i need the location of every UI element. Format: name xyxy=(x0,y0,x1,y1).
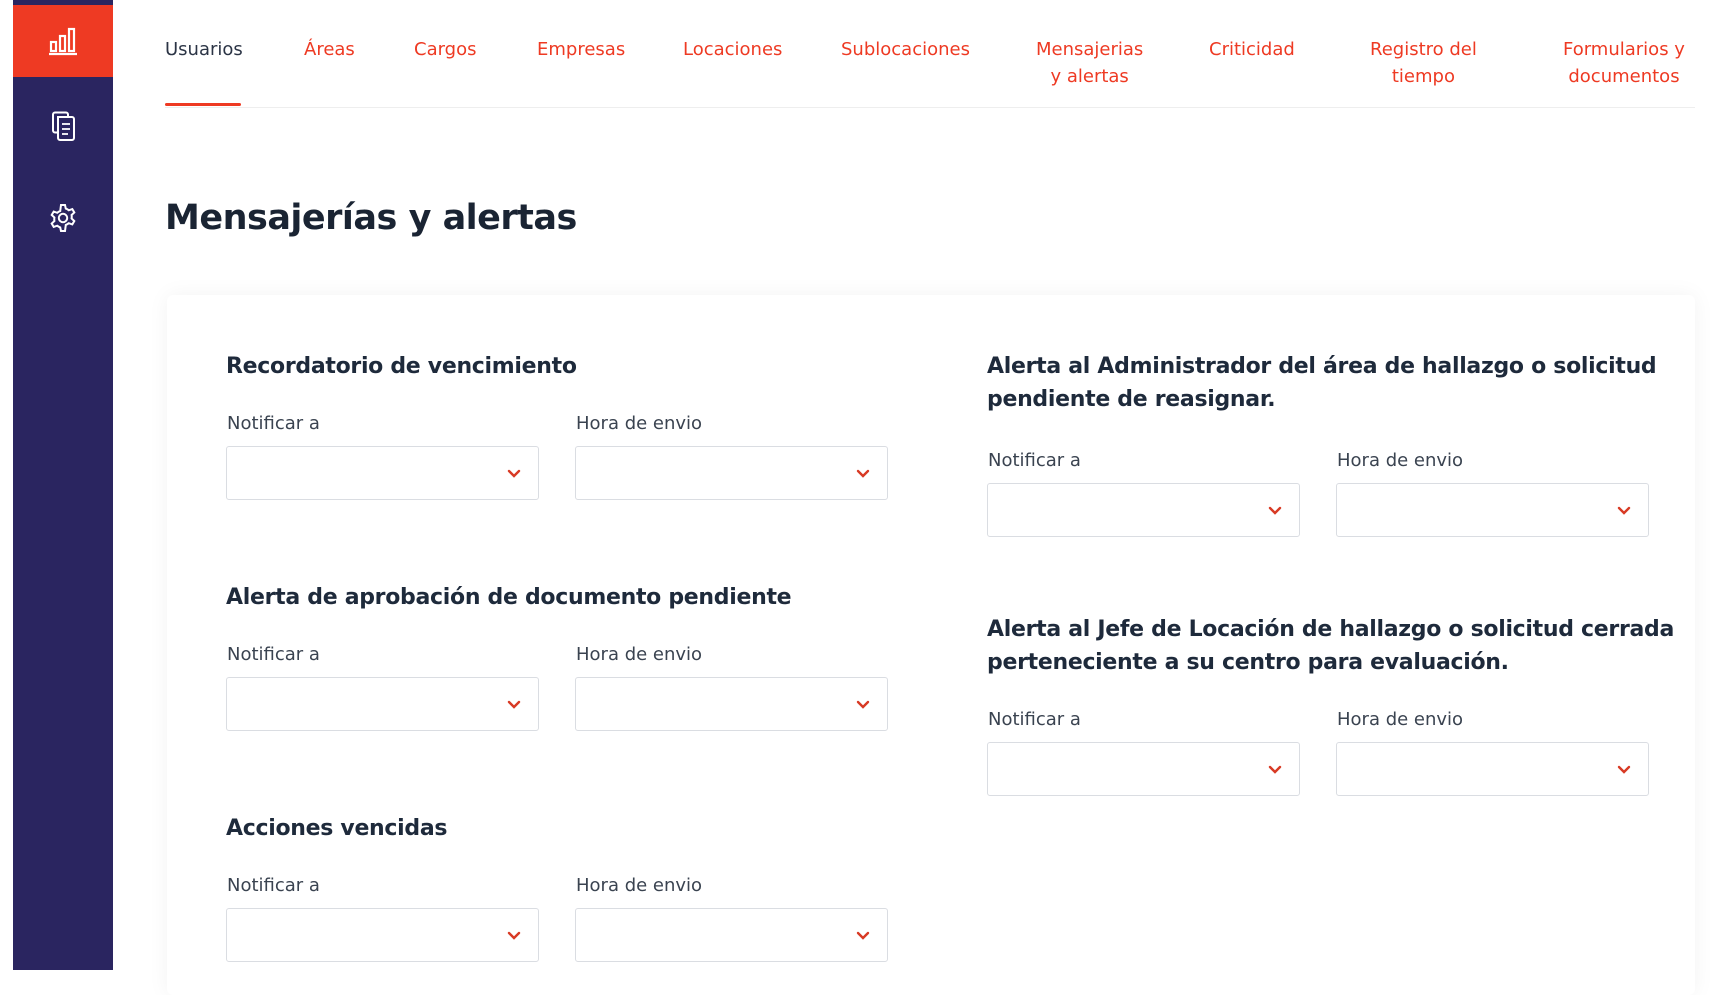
section-title-alerta-administrador: Alerta al Administrador del área de hall… xyxy=(987,354,1657,412)
tab-usuarios[interactable]: Usuarios xyxy=(165,36,243,63)
aprobacion-time-select[interactable] xyxy=(575,677,888,731)
administrador-notify-select[interactable] xyxy=(987,483,1300,537)
time-label: Hora de envio xyxy=(1337,450,1464,471)
gear-icon xyxy=(50,204,76,232)
chevron-down-icon xyxy=(1261,497,1289,525)
sidebar-item-settings[interactable] xyxy=(13,198,113,238)
chevron-down-icon xyxy=(849,460,877,488)
active-tab-indicator xyxy=(165,103,241,106)
tab-mensajerias[interactable]: Mensajerias y alertas xyxy=(1036,36,1143,90)
bar-chart-icon xyxy=(49,27,77,56)
acciones-time-select[interactable] xyxy=(575,908,888,962)
section-title-aprobacion: Alerta de aprobación de documento pendie… xyxy=(226,585,792,610)
time-label: Hora de envio xyxy=(576,875,703,896)
notify-label: Notificar a xyxy=(227,875,320,896)
time-label: Hora de envio xyxy=(1337,709,1464,730)
chevron-down-icon xyxy=(500,460,528,488)
notify-label: Notificar a xyxy=(227,644,320,665)
jefe-locacion-time-select[interactable] xyxy=(1336,742,1649,796)
page-title: Mensajerías y alertas xyxy=(165,198,577,238)
tab-areas[interactable]: Áreas xyxy=(304,36,355,63)
chevron-down-icon xyxy=(1610,756,1638,784)
section-title-alerta-jefe-locacion: Alerta al Jefe de Locación de hallazgo o… xyxy=(987,617,1675,675)
recordatorio-time-select[interactable] xyxy=(575,446,888,500)
tab-empresas[interactable]: Empresas xyxy=(537,36,625,63)
section-title-acciones-vencidas: Acciones vencidas xyxy=(226,816,448,841)
sidebar-item-dashboard[interactable] xyxy=(13,5,113,77)
tab-sublocaciones[interactable]: Sublocaciones xyxy=(841,36,970,63)
chevron-down-icon xyxy=(500,922,528,950)
aprobacion-notify-select[interactable] xyxy=(226,677,539,731)
section-title-recordatorio: Recordatorio de vencimiento xyxy=(226,354,577,379)
tab-registro-tiempo[interactable]: Registro del tiempo xyxy=(1370,36,1477,90)
sidebar xyxy=(13,0,113,970)
recordatorio-notify-select[interactable] xyxy=(226,446,539,500)
jefe-locacion-notify-select[interactable] xyxy=(987,742,1300,796)
time-label: Hora de envio xyxy=(576,644,703,665)
chevron-down-icon xyxy=(500,691,528,719)
chevron-down-icon xyxy=(1261,756,1289,784)
notify-label: Notificar a xyxy=(988,450,1081,471)
chevron-down-icon xyxy=(849,922,877,950)
notify-label: Notificar a xyxy=(988,709,1081,730)
tab-cargos[interactable]: Cargos xyxy=(414,36,477,63)
tab-locaciones[interactable]: Locaciones xyxy=(683,36,782,63)
acciones-notify-select[interactable] xyxy=(226,908,539,962)
chevron-down-icon xyxy=(849,691,877,719)
tab-formularios[interactable]: Formularios y documentos xyxy=(1563,36,1685,90)
notify-label: Notificar a xyxy=(227,413,320,434)
administrador-time-select[interactable] xyxy=(1336,483,1649,537)
time-label: Hora de envio xyxy=(576,413,703,434)
documents-icon xyxy=(52,111,75,141)
tab-criticidad[interactable]: Criticidad xyxy=(1209,36,1295,63)
chevron-down-icon xyxy=(1610,497,1638,525)
sidebar-item-documents[interactable] xyxy=(13,106,113,146)
